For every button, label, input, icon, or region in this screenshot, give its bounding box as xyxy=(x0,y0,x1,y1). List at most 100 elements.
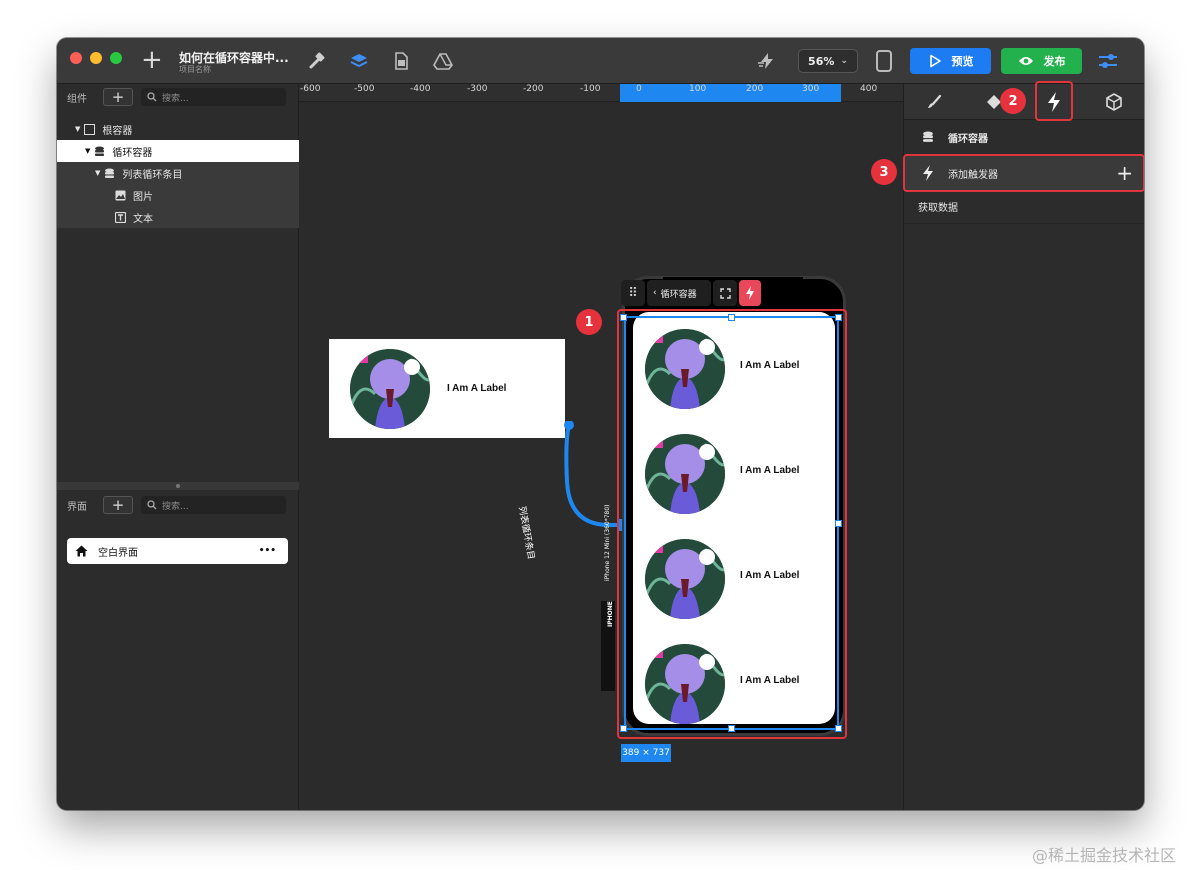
avatar-image xyxy=(645,434,725,514)
document-icon[interactable] xyxy=(391,51,411,71)
image-icon xyxy=(115,190,126,200)
lightning-slash-icon[interactable] xyxy=(757,51,777,71)
canvas[interactable]: I Am A Label 列表循环条目 iPhone 12 Mini (360*… xyxy=(299,103,903,810)
component-search-placeholder: 搜索... xyxy=(162,93,189,104)
connector-label: 列表循环条目 xyxy=(516,505,536,561)
caret-down-icon[interactable]: ▼ xyxy=(95,169,100,177)
list-item-label: I Am A Label xyxy=(740,570,800,581)
list-item-label: I Am A Label xyxy=(740,360,800,371)
caret-down-icon[interactable]: ▼ xyxy=(75,125,80,133)
tree-item-loop-entry[interactable]: ▼ 列表循环条目 xyxy=(57,162,299,184)
publish-button[interactable]: 发布 xyxy=(1001,48,1082,74)
zoom-select[interactable]: 56% ⌄ xyxy=(798,49,858,73)
resize-handle[interactable] xyxy=(620,314,627,321)
search-icon xyxy=(147,500,157,510)
tree-item-image[interactable]: 图片 xyxy=(57,184,299,206)
drive-icon[interactable] xyxy=(433,51,453,71)
database-icon xyxy=(95,146,105,156)
zoom-value: 56% xyxy=(808,54,835,68)
right-panel: 循环容器 添加触发器 + 获取数据 xyxy=(903,84,1144,810)
fetch-data-row[interactable]: 获取数据 xyxy=(904,190,1144,224)
frame-icon xyxy=(84,123,96,135)
size-chip: 389 × 737 xyxy=(621,744,671,762)
chevron-down-icon: ⌄ xyxy=(840,56,848,66)
component-name: 循环容器 xyxy=(948,133,988,145)
app-window: + 如何在循环容器中... 项目名称 56% ⌄ 预览 发布 组件 + 搜索..… xyxy=(57,38,1144,810)
ruler-tick: -100 xyxy=(580,84,601,94)
drag-handle-icon[interactable]: ⠿ xyxy=(621,280,645,306)
ruler-tick: 200 xyxy=(746,84,764,94)
resize-handle[interactable] xyxy=(835,520,842,527)
screen-item-blank[interactable]: 空白界面 ••• xyxy=(67,538,288,564)
minimize-window-button[interactable] xyxy=(90,52,102,64)
text-icon xyxy=(115,211,126,223)
list-item-label: I Am A Label xyxy=(740,465,800,476)
container-chip-label: 循环容器 xyxy=(660,289,697,300)
ruler-tick: 400 xyxy=(860,84,878,94)
device-icon[interactable] xyxy=(876,50,892,72)
avatar-image xyxy=(350,349,430,429)
resize-handle[interactable] xyxy=(835,314,842,321)
tree-item-text[interactable]: 文本 xyxy=(57,206,299,228)
ruler-tick: 0 xyxy=(636,84,642,94)
tree-item-label: 循环容器 xyxy=(112,147,153,159)
item-label: I Am A Label xyxy=(447,383,507,394)
more-icon[interactable]: ••• xyxy=(259,546,276,556)
list-item-label: I Am A Label xyxy=(740,675,800,686)
device-brand: IPHONE xyxy=(607,601,614,627)
ruler-tick: -600 xyxy=(300,84,321,94)
resize-handle[interactable] xyxy=(620,725,627,732)
loop-entry-component[interactable]: I Am A Label xyxy=(329,339,565,438)
database-icon xyxy=(923,131,933,142)
add-component-button[interactable]: + xyxy=(103,88,133,106)
tree-item-loop-container[interactable]: ▼ 循环容器 xyxy=(57,140,299,162)
cube-icon xyxy=(1106,93,1122,111)
resize-handle[interactable] xyxy=(728,725,735,732)
component-header: 循环容器 xyxy=(904,120,1144,154)
ruler-tick: -400 xyxy=(410,84,431,94)
panel-splitter[interactable] xyxy=(57,482,299,490)
components-header: 组件 + 搜索... xyxy=(57,84,299,110)
sliders-icon[interactable] xyxy=(1097,51,1119,71)
tab-style[interactable] xyxy=(904,84,964,120)
tab-data[interactable] xyxy=(1084,84,1144,120)
resize-handle[interactable] xyxy=(728,314,735,321)
container-chip[interactable]: ‹ 循环容器 xyxy=(647,280,711,306)
play-icon xyxy=(929,54,941,68)
add-screen-button[interactable]: + xyxy=(103,496,133,514)
avatar-image xyxy=(645,644,725,724)
title-bar: + 如何在循环容器中... 项目名称 56% ⌄ 预览 发布 xyxy=(57,38,1144,84)
caret-down-icon[interactable]: ▼ xyxy=(85,147,90,155)
layers-icon[interactable] xyxy=(349,51,369,71)
chevron-left-icon: ‹ xyxy=(653,288,657,298)
database-icon xyxy=(105,168,115,178)
eye-icon xyxy=(1018,57,1033,65)
component-search-input[interactable]: 搜索... xyxy=(141,88,286,106)
highlight-interaction-tab xyxy=(1035,81,1073,121)
brush-icon xyxy=(928,94,942,108)
add-icon[interactable]: + xyxy=(141,46,163,74)
left-panel: 组件 + 搜索... ▼ 根容器 ▼ 循环容器 ▼ 列表循环条目 图片 文本 界… xyxy=(57,84,299,810)
tree-item-root[interactable]: ▼ 根容器 xyxy=(57,118,299,140)
ruler-tick: 100 xyxy=(689,84,707,94)
screen-item-label: 空白界面 xyxy=(98,547,138,559)
step-badge-1: 1 xyxy=(576,309,602,335)
ruler-tick: 300 xyxy=(802,84,820,94)
avatar-image xyxy=(645,539,725,619)
fullscreen-icon[interactable] xyxy=(713,280,737,306)
step-badge-3: 3 xyxy=(871,159,897,185)
components-label: 组件 xyxy=(67,93,87,105)
search-icon xyxy=(147,92,157,102)
screens-label: 界面 xyxy=(67,501,87,513)
resize-handle[interactable] xyxy=(835,725,842,732)
screen-search-placeholder: 搜索... xyxy=(162,501,189,512)
trigger-chip-icon[interactable] xyxy=(739,280,761,306)
zoom-window-button[interactable] xyxy=(110,52,122,64)
preview-button[interactable]: 预览 xyxy=(910,48,991,74)
tree-item-label: 图片 xyxy=(133,191,153,203)
hammer-icon[interactable] xyxy=(307,51,327,71)
tree-item-label: 根容器 xyxy=(102,125,133,137)
screen-search-input[interactable]: 搜索... xyxy=(141,496,286,514)
close-window-button[interactable] xyxy=(70,52,82,64)
grip-icon xyxy=(176,484,180,488)
